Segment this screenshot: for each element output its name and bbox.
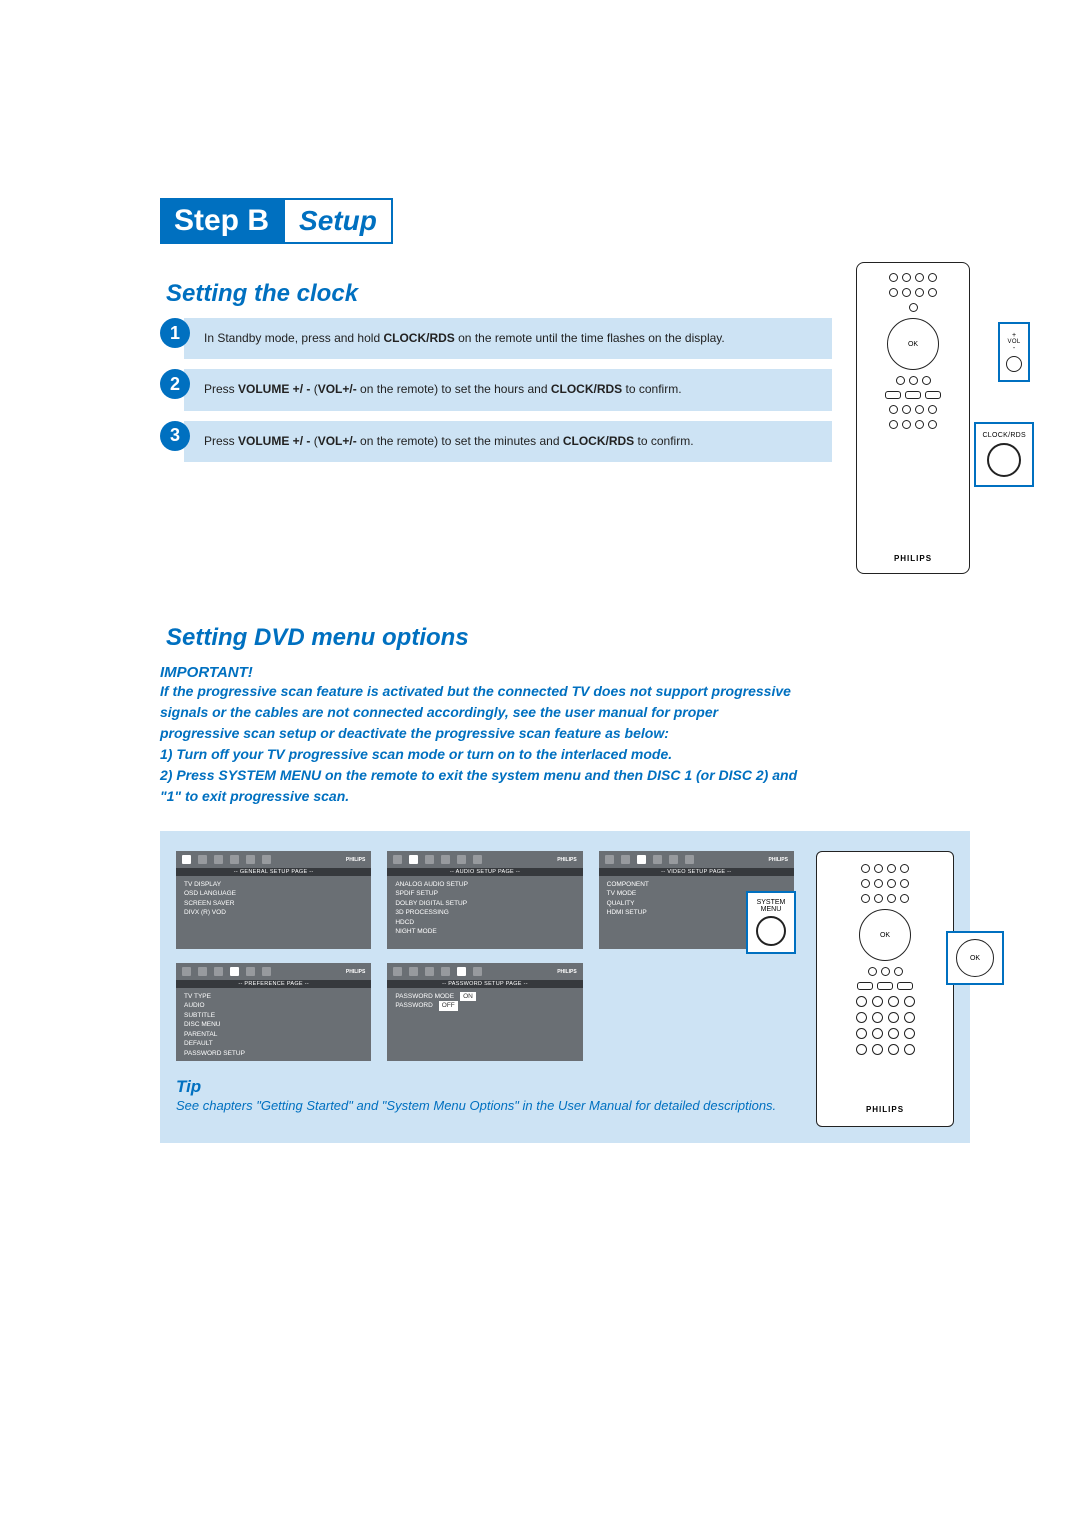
dpad-icon: OK	[956, 939, 994, 977]
dpad-icon: OK	[859, 909, 911, 961]
system-menu-button-icon	[756, 916, 786, 946]
section-title-dvd: Setting DVD menu options	[166, 624, 970, 652]
menu-items: ANALOG AUDIO SETUPSPDIF SETUPDOLBY DIGIT…	[387, 876, 582, 941]
step-number: 3	[160, 421, 190, 451]
important-text: If the progressive scan feature is activ…	[160, 681, 800, 807]
setup-badge: Setup	[283, 198, 393, 244]
step-row-1: 1 In Standby mode, press and hold CLOCK/…	[160, 318, 832, 359]
clock-rds-button-icon	[987, 443, 1021, 477]
step-body: Press VOLUME +/ - (VOL+/- on the remote)…	[184, 421, 832, 462]
section-title-clock: Setting the clock	[166, 280, 832, 308]
tip-label: Tip	[176, 1077, 794, 1097]
menu-screen: PHILIPS-- PREFERENCE PAGE --TV TYPEAUDIO…	[176, 963, 371, 1061]
step-header: Step B Setup	[160, 198, 970, 244]
step-number: 1	[160, 318, 190, 348]
remote-illustration: OK PHILIPS	[856, 262, 970, 574]
menu-items: PASSWORD MODEONPASSWORDOFF	[387, 988, 582, 1015]
step-body: Press VOLUME +/ - (VOL+/- on the remote)…	[184, 369, 832, 410]
clock-rds-callout: CLOCK/RDS	[974, 422, 1034, 487]
ok-dpad-callout: OK	[946, 931, 1004, 985]
menu-items: TV DISPLAYOSD LANGUAGESCREEN SAVERDIVX (…	[176, 876, 371, 922]
menu-screen: PHILIPS-- AUDIO SETUP PAGE --ANALOG AUDI…	[387, 851, 582, 949]
system-menu-callout: SYSTEM MENU	[746, 891, 796, 954]
remote-illustration-2: OK PHILIPS	[816, 851, 954, 1127]
step-row-2: 2 Press VOLUME +/ - (VOL+/- on the remot…	[160, 369, 832, 410]
menu-title: -- VIDEO SETUP PAGE --	[599, 868, 794, 876]
menu-title: -- AUDIO SETUP PAGE --	[387, 868, 582, 876]
menu-title: -- PASSWORD SETUP PAGE --	[387, 980, 582, 988]
menu-title: -- PREFERENCE PAGE --	[176, 980, 371, 988]
menu-screen: PHILIPS-- PASSWORD SETUP PAGE --PASSWORD…	[387, 963, 582, 1061]
step-b-badge: Step B	[160, 198, 283, 244]
vol-callout: + VOL -	[998, 322, 1030, 382]
remote-brand: PHILIPS	[866, 1105, 904, 1114]
remote-brand: PHILIPS	[894, 554, 932, 563]
step-row-3: 3 Press VOLUME +/ - (VOL+/- on the remot…	[160, 421, 832, 462]
tip-text: See chapters "Getting Started" and "Syst…	[176, 1097, 794, 1115]
menu-title: -- GENERAL SETUP PAGE --	[176, 868, 371, 876]
menu-panel: PHILIPS -- GENERAL SETUP PAGE --TV DISPLA…	[160, 831, 970, 1143]
step-body: In Standby mode, press and hold CLOCK/RD…	[184, 318, 832, 359]
menu-screen: PHILIPS-- GENERAL SETUP PAGE --TV DISPLA…	[176, 851, 371, 949]
important-label: IMPORTANT!	[160, 664, 970, 681]
menu-items: TV TYPEAUDIOSUBTITLEDISC MENUPARENTALDEF…	[176, 988, 371, 1062]
dpad-icon: OK	[887, 318, 939, 370]
